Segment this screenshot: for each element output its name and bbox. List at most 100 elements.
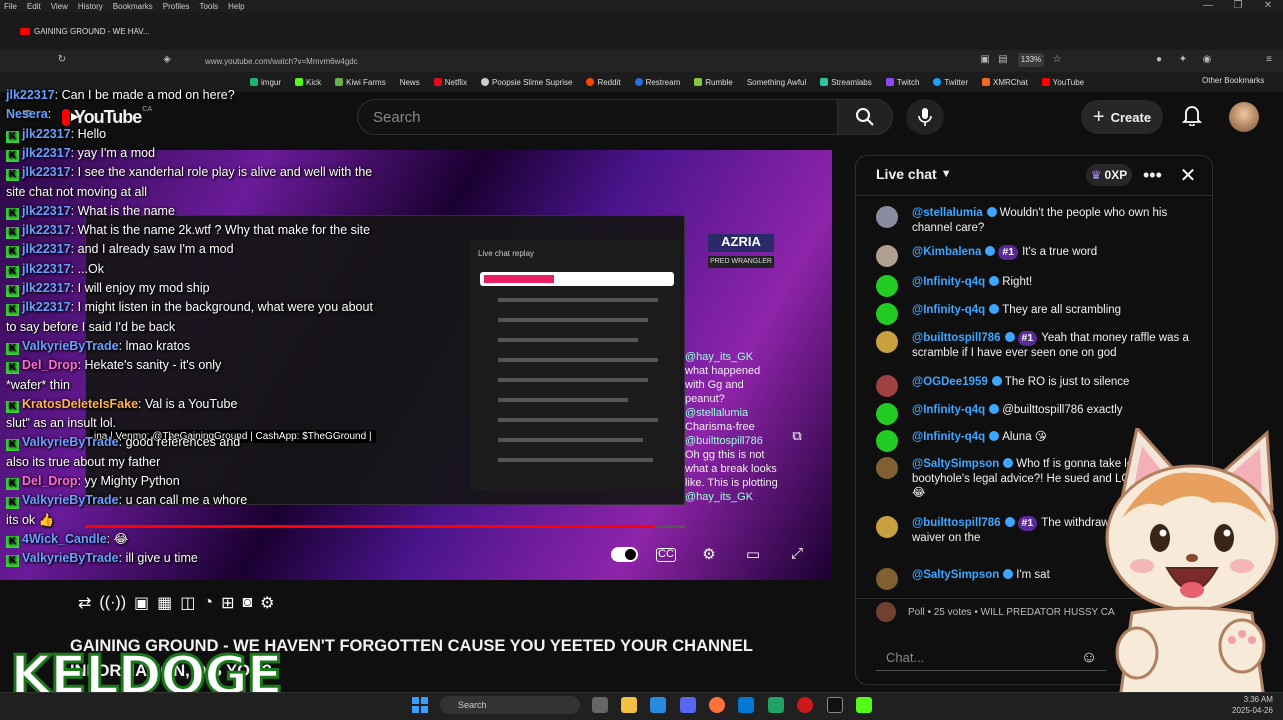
bookmark-restream[interactable]: Restream (634, 78, 680, 87)
url-field[interactable]: www.youtube.com/watch?v=Mmvm6w4gdc (205, 54, 965, 68)
live-chat-mode-dropdown[interactable]: Live chat ▼ (876, 166, 952, 182)
chat-avatar[interactable] (876, 331, 898, 353)
menu-edit[interactable]: Edit (27, 2, 41, 11)
menu-history[interactable]: History (78, 2, 103, 11)
create-button[interactable]: + Create (1081, 100, 1163, 134)
chat-message[interactable]: @Infinity-q4q Right! (876, 275, 1196, 297)
menu-help[interactable]: Help (228, 2, 244, 11)
chat-avatar[interactable] (876, 206, 898, 228)
chat-username[interactable]: @SaltySimpson (912, 569, 999, 581)
voice-search-button[interactable] (906, 99, 944, 135)
task-view-icon[interactable] (592, 697, 608, 713)
menu-bookmarks[interactable]: Bookmarks (113, 2, 153, 11)
bookmark-reddit[interactable]: Reddit (586, 78, 621, 87)
captions-icon[interactable]: CC (656, 548, 676, 562)
spreadsheet-icon[interactable] (768, 697, 784, 713)
chat-username[interactable]: @OGDee1959 (912, 376, 988, 388)
chat-input[interactable]: Chat... (876, 645, 1106, 671)
signal-icon[interactable]: ((·)) (99, 594, 126, 612)
bookmark-streamlabs[interactable]: Streamlabs (820, 78, 872, 87)
bookmark-kick[interactable]: Kick (295, 78, 321, 87)
cast-icon[interactable]: ▤ (996, 53, 1010, 67)
bookmark-xmrchat[interactable]: XMRChat (981, 78, 1028, 87)
chat-avatar[interactable] (876, 275, 898, 297)
menu-file[interactable]: File (4, 2, 17, 11)
bookmark-rumble[interactable]: Rumble (694, 78, 733, 87)
r-app-icon[interactable] (827, 697, 843, 713)
chat-avatar[interactable] (876, 430, 898, 452)
bookmark-youtube[interactable]: YouTube (1041, 78, 1084, 87)
bookmark-news[interactable]: News (400, 78, 420, 87)
more-options-icon[interactable]: ••• (1143, 165, 1162, 186)
fullscreen-icon[interactable]: ⤢ (786, 545, 808, 565)
other-bookmarks[interactable]: Other Bookmarks (1202, 76, 1264, 85)
chat-username[interactable]: @Infinity-q4q (912, 404, 985, 416)
chat-username[interactable]: @Infinity-q4q (912, 431, 985, 443)
taskbar-search[interactable]: Search (440, 696, 580, 714)
browser-tab[interactable]: GAINING GROUND - WE HAV... (20, 22, 160, 40)
chat-username[interactable]: @Infinity-q4q (912, 276, 985, 288)
bookmark-twitter[interactable]: Twitter (933, 78, 968, 87)
chat-username[interactable]: @SaltySimpson (912, 458, 999, 470)
add-box-icon[interactable]: ⊞ (221, 593, 234, 613)
menu-profiles[interactable]: Profiles (163, 2, 190, 11)
bookmark-imgur[interactable]: imgur (250, 78, 281, 87)
chat-avatar[interactable] (876, 245, 898, 267)
media-player-icon[interactable] (797, 697, 813, 713)
outlook-icon[interactable] (738, 697, 754, 713)
chat-message[interactable]: @builttospill786 #1 Yeah that money raffle… (876, 331, 1196, 360)
puzzle-icon[interactable]: ✦ (1176, 53, 1190, 67)
bookmark-twitch[interactable]: Twitch (885, 78, 919, 87)
menu-view[interactable]: View (51, 2, 68, 11)
xp-badge[interactable]: ♛ 0XP (1086, 164, 1132, 186)
search-input[interactable]: Search (357, 99, 837, 135)
chat-avatar[interactable] (876, 457, 898, 479)
chat-message[interactable]: @OGDee1959 The RO is just to silence (876, 375, 1196, 397)
gear-icon[interactable]: ⚙ (260, 593, 274, 613)
hamburger-menu-icon[interactable]: ≡ (22, 107, 40, 123)
miniplayer-icon[interactable]: ▭ (742, 545, 764, 565)
system-clock[interactable]: 3:36 AM 2025-04-26 (1232, 694, 1273, 716)
shield-icon[interactable]: ◈ (160, 53, 174, 67)
notifications-bell-icon[interactable] (1180, 104, 1204, 128)
bookmark-netflix[interactable]: Netflix (433, 78, 467, 87)
edge-browser-icon[interactable] (650, 697, 666, 713)
profile-icon[interactable]: ◉ (1200, 53, 1214, 67)
chat-avatar[interactable] (876, 403, 898, 425)
star-icon[interactable]: ☆ (1050, 53, 1064, 67)
autoplay-toggle[interactable] (611, 547, 638, 562)
chat-message[interactable]: @stellalumia Wouldn't the people who own … (876, 206, 1196, 235)
chat-avatar[interactable] (876, 516, 898, 538)
camera-icon[interactable]: ◙ (243, 594, 253, 612)
discord-icon[interactable] (680, 697, 696, 713)
gauge-icon[interactable]: ◔ (203, 594, 213, 612)
chat-username[interactable]: @stellalumia (912, 207, 983, 219)
reload-icon[interactable]: ↻ (55, 53, 69, 67)
bookmark-poopsie[interactable]: Poopsie Slime Suprise (480, 78, 572, 87)
chat-message[interactable]: @Kimbalena #1 It's a true word (876, 245, 1196, 267)
chat-username[interactable]: @Kimbalena (912, 246, 981, 258)
film-icon[interactable]: ▦ (157, 593, 172, 613)
file-explorer-icon[interactable] (621, 697, 637, 713)
chat-message[interactable]: @Infinity-q4q They are all scrambling (876, 303, 1196, 325)
account-avatar[interactable] (1229, 102, 1259, 132)
zoom-level[interactable]: 133% (1018, 53, 1044, 67)
browser-menu-icon[interactable]: ≡ (1262, 53, 1276, 67)
kick-app-icon[interactable] (856, 697, 872, 713)
chat-username[interactable]: @Infinity-q4q (912, 304, 985, 316)
image-icon[interactable]: ▣ (978, 53, 992, 67)
chat-avatar[interactable] (876, 375, 898, 397)
search-button[interactable] (837, 99, 893, 135)
chat-username[interactable]: @builttospill786 (912, 517, 1001, 529)
chat-avatar[interactable] (876, 568, 898, 590)
chat-avatar[interactable] (876, 303, 898, 325)
image-frame-icon[interactable]: ◫ (180, 593, 195, 613)
bookmark-something-awful[interactable]: Something Awful (747, 78, 806, 87)
firefox-icon[interactable] (709, 697, 725, 713)
menu-tools[interactable]: Tools (199, 2, 218, 11)
youtube-logo[interactable]: YouTube CA (62, 106, 152, 128)
picture-in-picture-icon[interactable]: ⧉ (786, 428, 808, 448)
extension-icon[interactable]: ● (1152, 53, 1166, 67)
settings-gear-icon[interactable]: ⚙ (698, 545, 720, 565)
close-chat-icon[interactable]: ✕ (1178, 163, 1198, 188)
